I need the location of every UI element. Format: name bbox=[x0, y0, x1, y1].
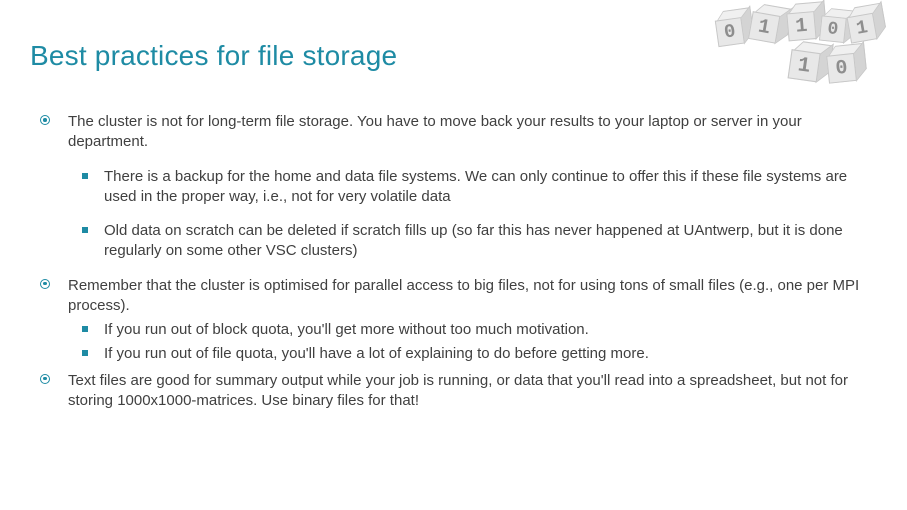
sub-bullet-text: If you run out of block quota, you'll ge… bbox=[104, 321, 589, 338]
bullet-text: The cluster is not for long-term file st… bbox=[68, 113, 802, 150]
bullet-text: Remember that the cluster is optimised f… bbox=[68, 277, 859, 314]
cube-icon: 1 bbox=[786, 3, 823, 40]
bullet-text: Text files are good for summary output w… bbox=[68, 372, 848, 409]
bullet-item: Remember that the cluster is optimised f… bbox=[40, 276, 877, 365]
sub-bullet-item: There is a backup for the home and data … bbox=[82, 167, 877, 208]
sub-bullet-item: Old data on scratch can be deleted if sc… bbox=[82, 221, 877, 262]
cube-icon: 0 bbox=[819, 8, 853, 42]
sub-bullet-item: If you run out of file quota, you'll hav… bbox=[82, 344, 877, 364]
slide: 0 1 1 0 1 1 0 Best practices for file st… bbox=[0, 0, 907, 510]
bullet-item: The cluster is not for long-term file st… bbox=[40, 112, 877, 262]
sub-bullet-text: There is a backup for the home and data … bbox=[104, 168, 847, 205]
cube-icon: 1 bbox=[748, 3, 787, 42]
slide-title: Best practices for file storage bbox=[30, 40, 877, 72]
cube-icon: 1 bbox=[845, 4, 882, 41]
slide-content: The cluster is not for long-term file st… bbox=[30, 112, 877, 411]
sub-bullet-item: If you run out of block quota, you'll ge… bbox=[82, 320, 877, 340]
sub-bullet-text: Old data on scratch can be deleted if sc… bbox=[104, 222, 843, 259]
bullet-item: Text files are good for summary output w… bbox=[40, 371, 877, 412]
sub-bullet-text: If you run out of file quota, you'll hav… bbox=[104, 345, 649, 362]
